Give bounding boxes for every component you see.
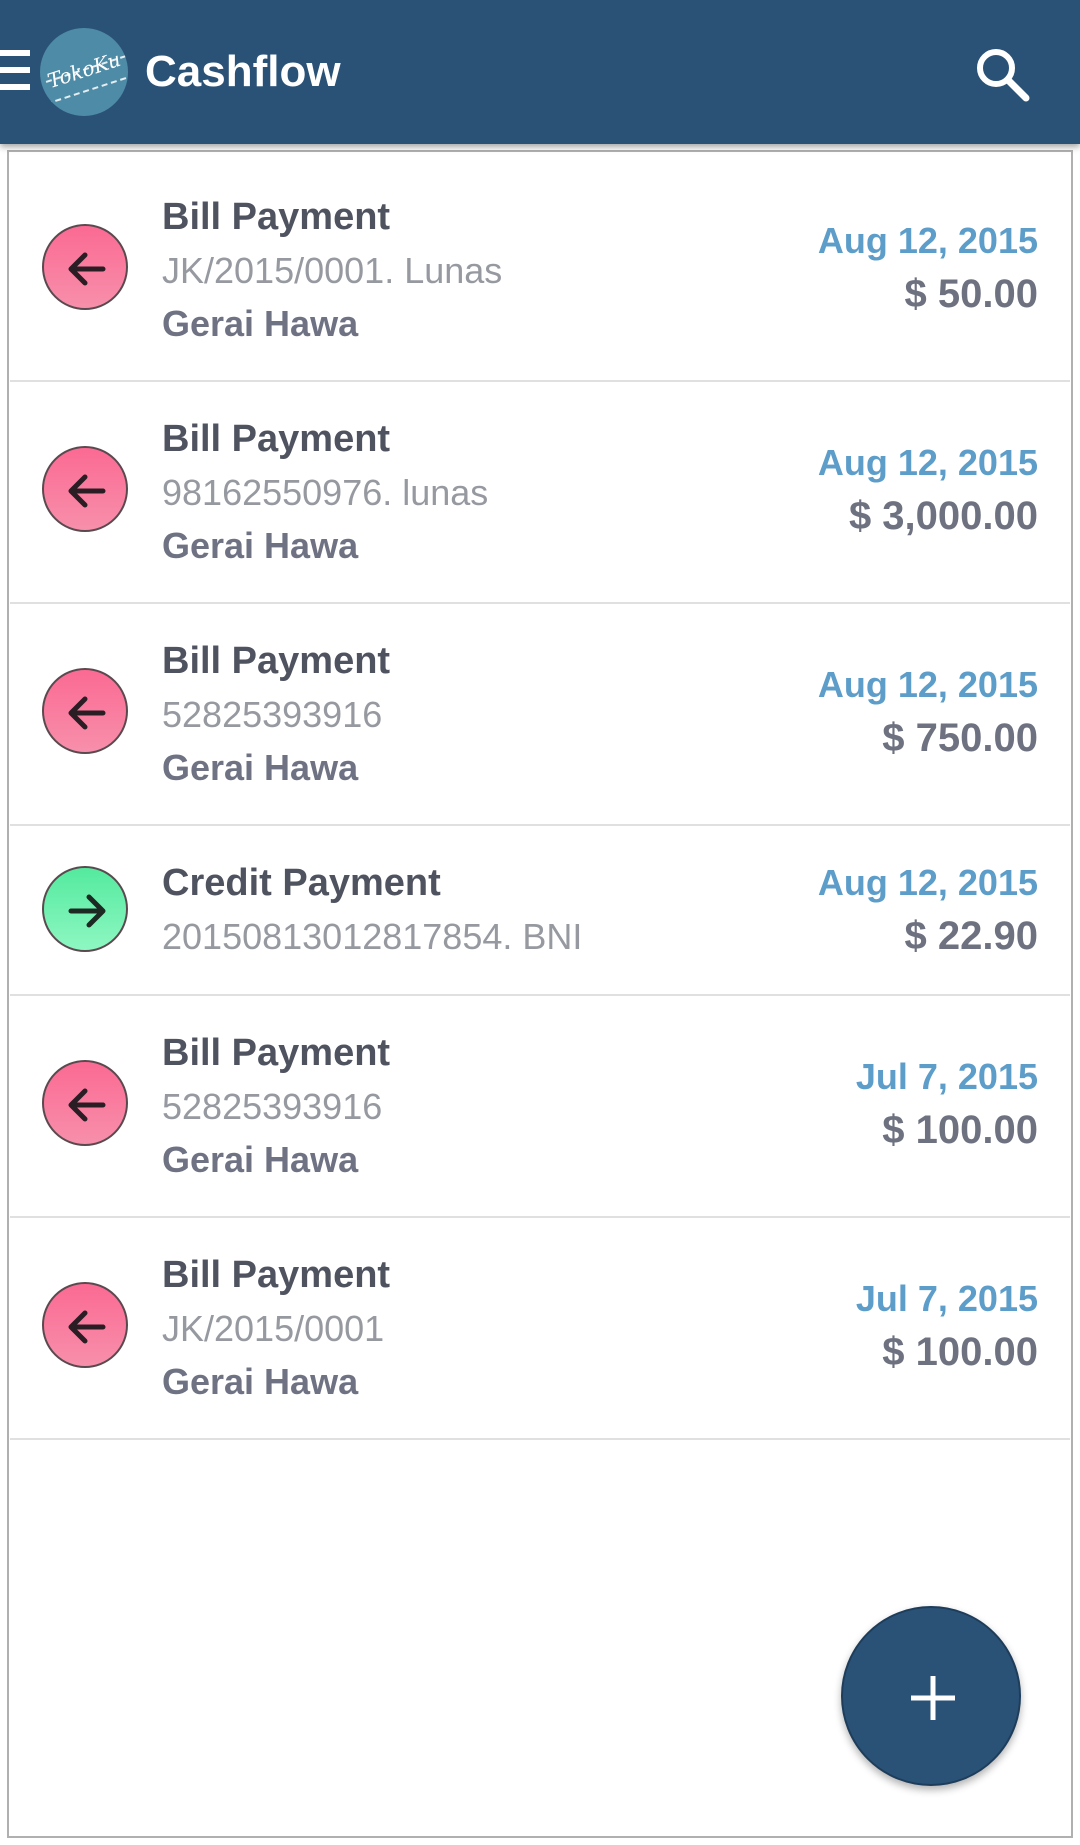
transaction-title: Bill Payment	[162, 640, 391, 682]
arrow-left-icon	[42, 224, 128, 310]
transaction-party: Gerai Hawa	[162, 525, 359, 566]
transaction-title: Bill Payment	[162, 1032, 391, 1074]
arrow-left-icon	[42, 446, 128, 532]
transaction-reference: 20150813012817854. BNI	[162, 916, 583, 957]
add-transaction-button[interactable]	[841, 1606, 1021, 1786]
transaction-title: Credit Payment	[162, 862, 441, 904]
plus-icon	[911, 1676, 955, 1720]
transaction-date: Aug 12, 2015	[817, 664, 1038, 705]
transaction-date: Aug 12, 2015	[817, 862, 1038, 903]
page-title: Cashflow	[145, 47, 341, 96]
transaction-party: Gerai Hawa	[162, 1361, 359, 1402]
transaction-party: Gerai Hawa	[162, 303, 359, 344]
transaction-reference: 98162550976. lunas	[162, 472, 489, 513]
arrow-left-icon	[42, 668, 128, 754]
transaction-date: Aug 12, 2015	[817, 442, 1038, 483]
arrow-left-icon	[42, 1282, 128, 1368]
transaction-row[interactable]: Bill Payment 98162550976. lunas Gerai Ha…	[10, 380, 1070, 604]
transaction-row[interactable]: Bill Payment 52825393916 Gerai Hawa Jul …	[10, 994, 1070, 1218]
transaction-reference: JK/2015/0001	[162, 1308, 385, 1349]
transaction-title: Bill Payment	[162, 196, 391, 238]
logo-text: TokoKu	[44, 46, 124, 94]
transaction-party: Gerai Hawa	[162, 1139, 359, 1180]
transaction-row[interactable]: Bill Payment JK/2015/0001. Lunas Gerai H…	[10, 158, 1070, 382]
transaction-title: Bill Payment	[162, 418, 391, 460]
transaction-amount: $ 100.00	[882, 1108, 1038, 1152]
app-bar: TokoKu Cashflow	[0, 0, 1080, 144]
transaction-amount: $ 3,000.00	[848, 494, 1038, 538]
arrow-right-icon	[42, 866, 128, 952]
arrow-left-icon	[42, 1060, 128, 1146]
transaction-amount: $ 50.00	[904, 272, 1038, 316]
transaction-amount: $ 750.00	[882, 716, 1038, 760]
transaction-amount: $ 100.00	[882, 1330, 1038, 1374]
transaction-reference: JK/2015/0001. Lunas	[162, 250, 503, 291]
transaction-party: Gerai Hawa	[162, 747, 359, 788]
transaction-date: Jul 7, 2015	[855, 1278, 1038, 1319]
hamburger-menu-icon[interactable]	[0, 50, 30, 94]
transaction-reference: 52825393916	[162, 694, 383, 735]
transaction-amount: $ 22.90	[904, 914, 1038, 958]
transaction-date: Aug 12, 2015	[817, 220, 1038, 261]
search-icon[interactable]	[972, 44, 1032, 104]
transaction-row[interactable]: Credit Payment 20150813012817854. BNI Au…	[10, 824, 1070, 996]
transaction-row[interactable]: Bill Payment JK/2015/0001 Gerai Hawa Jul…	[10, 1216, 1070, 1440]
transaction-date: Jul 7, 2015	[855, 1056, 1038, 1097]
transaction-title: Bill Payment	[162, 1254, 391, 1296]
app-logo: TokoKu	[40, 28, 128, 116]
transaction-row[interactable]: Bill Payment 52825393916 Gerai Hawa Aug …	[10, 602, 1070, 826]
transaction-reference: 52825393916	[162, 1086, 383, 1127]
